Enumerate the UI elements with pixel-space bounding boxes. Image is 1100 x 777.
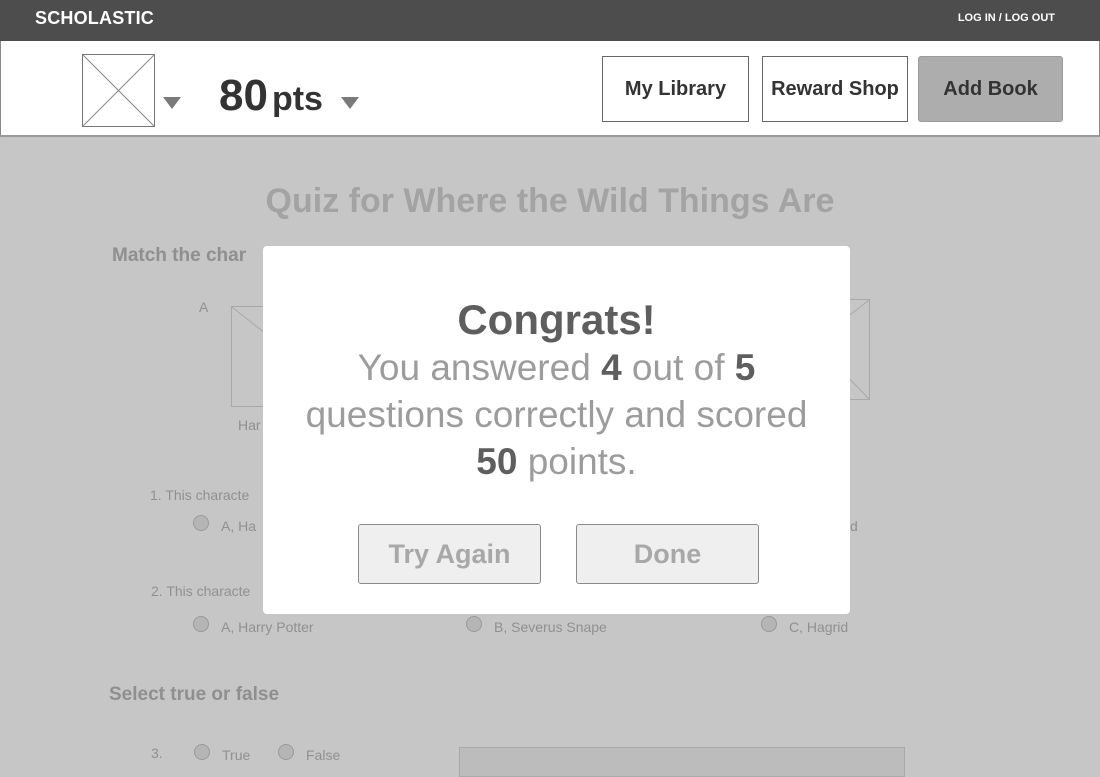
login-logout-link[interactable]: LOG IN / LOG OUT	[958, 12, 1055, 24]
q1-option-a-label: A, Ha	[221, 518, 257, 534]
q2-option-a-label: A, Harry Potter	[221, 619, 314, 635]
question-1-text: 1. This characte	[150, 487, 250, 503]
msg-mid: out of	[631, 347, 725, 388]
q2-option-b-label: B, Severus Snape	[494, 619, 607, 635]
brand-logo[interactable]: SCHOLASTIC	[35, 8, 154, 29]
true-false-section-heading: Select true or false	[109, 684, 280, 705]
q2-radio-b[interactable]	[466, 616, 482, 632]
header: 80 pts My Library Reward Shop Add Book	[0, 41, 1100, 137]
top-bar: SCHOLASTIC LOG IN / LOG OUT	[0, 0, 1100, 41]
q2-radio-c[interactable]	[761, 616, 777, 632]
points-unit: pts	[271, 80, 323, 118]
q3-false-label: False	[306, 747, 341, 763]
msg-prefix: You answered	[357, 347, 591, 388]
correct-count: 4	[601, 347, 622, 388]
avatar[interactable]	[82, 54, 155, 127]
reward-shop-button[interactable]: Reward Shop	[762, 56, 908, 122]
points-display: 80 pts	[219, 71, 323, 121]
q3-radio-false[interactable]	[278, 744, 294, 760]
congrats-modal: Congrats! You answered 4 out of 5 questi…	[263, 246, 850, 614]
quiz-title: Quiz for Where the Wild Things Are	[265, 182, 835, 220]
add-book-button[interactable]: Add Book	[918, 56, 1063, 122]
points-word: points.	[527, 441, 637, 482]
q3-radio-true[interactable]	[194, 744, 210, 760]
done-button[interactable]: Done	[576, 524, 759, 584]
q3-statement-box	[459, 747, 905, 777]
question-2-text: 2. This characte	[151, 583, 251, 599]
total-count: 5	[734, 347, 756, 388]
q2-option-c-label: C, Hagrid	[789, 619, 849, 635]
modal-heading: Congrats!	[457, 296, 656, 343]
try-again-button[interactable]: Try Again	[358, 524, 541, 584]
q1-radio-a[interactable]	[193, 515, 209, 531]
q1-option-c-label: d	[850, 518, 858, 534]
points-earned: 50	[476, 441, 518, 482]
points-value: 80	[219, 71, 268, 120]
points-dropdown-icon[interactable]	[341, 97, 359, 109]
avatar-dropdown-icon[interactable]	[163, 97, 181, 109]
msg-line2: questions correctly and scored	[305, 394, 808, 435]
q2-radio-a[interactable]	[193, 616, 209, 632]
match-section-heading: Match the char	[112, 245, 247, 266]
my-library-button[interactable]: My Library	[602, 56, 749, 122]
modal-message: You answered 4 out of 5 questions correc…	[283, 344, 830, 485]
character-name-a: Har	[238, 417, 261, 433]
q3-true-label: True	[222, 747, 251, 763]
option-label-a: A	[199, 299, 209, 315]
